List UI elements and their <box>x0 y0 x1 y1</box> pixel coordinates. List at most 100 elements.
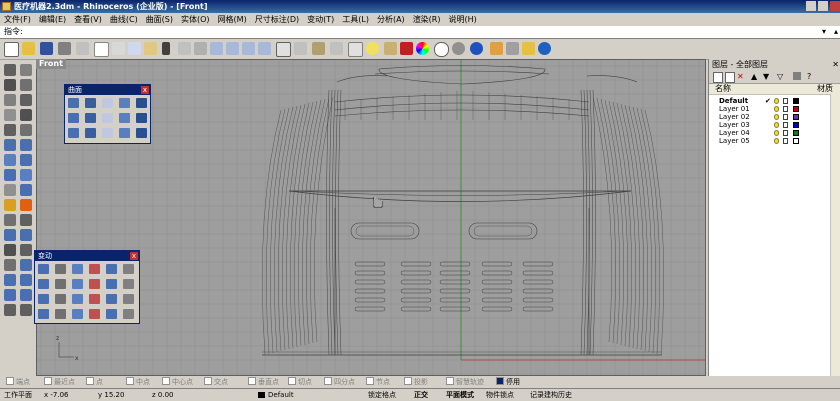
surface-tool-icon[interactable] <box>119 128 130 138</box>
menu-help[interactable]: 说明(H) <box>445 13 481 26</box>
zoom-window-icon[interactable] <box>226 42 239 55</box>
checkbox-icon[interactable] <box>366 377 374 385</box>
command-bar[interactable]: 指令: ▾ ▴ <box>0 26 840 39</box>
menu-tools[interactable]: 工具(L) <box>338 13 373 26</box>
transform-tool-icon[interactable] <box>55 279 66 289</box>
print-icon[interactable] <box>58 42 71 55</box>
left-tool-icon[interactable] <box>20 184 32 196</box>
cplane-icon[interactable] <box>294 42 307 55</box>
transform-tool-icon[interactable] <box>72 279 83 289</box>
menu-view[interactable]: 查看(V) <box>70 13 106 26</box>
help-icon[interactable] <box>538 42 551 55</box>
layer-name[interactable]: Layer 01 <box>719 105 750 113</box>
history-toggle[interactable]: 记录建构历史 <box>530 389 572 401</box>
visibility-bulb-icon[interactable] <box>774 106 779 112</box>
osnap-option[interactable]: 垂直点 <box>248 376 279 388</box>
transform-tool-icon[interactable] <box>123 309 134 319</box>
transform-tool-icon[interactable] <box>38 279 49 289</box>
lock-icon[interactable] <box>384 42 397 55</box>
transform-tool-icon[interactable] <box>72 294 83 304</box>
layer-row[interactable]: Layer 05 <box>709 137 829 145</box>
lock-icon[interactable] <box>783 122 788 128</box>
filter-icon[interactable]: ▽ <box>777 72 783 81</box>
checkbox-icon[interactable] <box>204 377 212 385</box>
move-up-icon[interactable]: ▲ <box>751 72 757 81</box>
checkbox-icon[interactable] <box>496 377 504 385</box>
color-wheel-icon[interactable] <box>416 42 429 55</box>
lock-icon[interactable] <box>783 138 788 144</box>
osnap-option[interactable]: 投影 <box>404 376 428 388</box>
layer-row[interactable]: Layer 03 <box>709 121 829 129</box>
layer-name[interactable]: Layer 05 <box>719 137 750 145</box>
close-button[interactable] <box>830 1 840 11</box>
osnap-option[interactable]: 四分点 <box>324 376 355 388</box>
left-tool-icon[interactable] <box>4 259 16 271</box>
transform-tool-icon[interactable] <box>38 294 49 304</box>
visibility-bulb-icon[interactable] <box>774 114 779 120</box>
osnap-option[interactable]: 中点 <box>126 376 150 388</box>
left-tool-icon[interactable] <box>4 199 16 211</box>
osnap-toggle[interactable]: 物件锁点 <box>486 389 514 401</box>
layer-row[interactable]: Layer 04 <box>709 129 829 137</box>
checkbox-icon[interactable] <box>288 377 296 385</box>
copy-icon[interactable] <box>128 42 141 55</box>
viewport-title[interactable]: Front <box>36 59 66 69</box>
left-tool-icon[interactable] <box>4 229 16 241</box>
left-tool-icon[interactable] <box>20 199 32 211</box>
left-tool-icon[interactable] <box>20 79 32 91</box>
current-layer[interactable]: Default <box>268 389 294 401</box>
left-tool-icon[interactable] <box>20 244 32 256</box>
column-name[interactable]: 名称 <box>715 84 731 94</box>
surface-tool-icon[interactable] <box>119 98 130 108</box>
render-sphere-icon[interactable] <box>470 42 483 55</box>
lock-icon[interactable] <box>783 130 788 136</box>
osnap-option[interactable]: 中心点 <box>162 376 193 388</box>
checkbox-icon[interactable] <box>324 377 332 385</box>
layer-row[interactable]: Default ✔ <box>709 97 829 105</box>
pan-icon[interactable] <box>178 42 191 55</box>
lock-icon[interactable] <box>783 114 788 120</box>
osnap-option[interactable]: 端点 <box>6 376 30 388</box>
shaded-sphere-icon[interactable] <box>452 42 465 55</box>
menu-analyze[interactable]: 分析(A) <box>373 13 409 26</box>
checkbox-icon[interactable] <box>86 377 94 385</box>
left-tool-icon[interactable] <box>20 274 32 286</box>
left-tool-icon[interactable] <box>20 229 32 241</box>
lock-icon[interactable] <box>783 98 788 104</box>
command-scroll-icon[interactable]: ▴ <box>834 26 838 38</box>
zoom-icon[interactable] <box>210 42 223 55</box>
checkbox-icon[interactable] <box>126 377 134 385</box>
layer-name[interactable]: Layer 03 <box>719 121 750 129</box>
osnap-disable[interactable]: 停用 <box>496 376 520 388</box>
transform-tool-icon[interactable] <box>55 294 66 304</box>
menu-curve[interactable]: 曲线(C) <box>106 13 142 26</box>
transform-tool-icon[interactable] <box>89 309 100 319</box>
checkbox-icon[interactable] <box>404 377 412 385</box>
open-file-icon[interactable] <box>22 42 35 55</box>
osnap-option[interactable]: 最近点 <box>44 376 75 388</box>
left-tool-icon[interactable] <box>4 94 16 106</box>
transform-tool-icon[interactable] <box>55 309 66 319</box>
close-icon[interactable]: x <box>141 86 149 94</box>
osnap-option[interactable]: 智慧轨迹 <box>446 376 484 388</box>
left-tool-icon[interactable] <box>20 304 32 316</box>
surface-tool-icon[interactable] <box>102 128 113 138</box>
transform-tool-icon[interactable] <box>55 264 66 274</box>
left-tool-icon[interactable] <box>20 214 32 226</box>
new-file-icon[interactable] <box>4 42 19 57</box>
menu-solid[interactable]: 实体(O) <box>177 13 214 26</box>
transform-tool-icon[interactable] <box>72 309 83 319</box>
left-tool-icon[interactable] <box>4 289 16 301</box>
transform-tool-icon[interactable] <box>123 279 134 289</box>
transform-tool-icon[interactable] <box>72 264 83 274</box>
settings-gear-icon[interactable] <box>522 42 535 55</box>
transform-tool-icon[interactable] <box>89 279 100 289</box>
command-dropdown-icon[interactable]: ▾ <box>822 26 826 38</box>
surface-tool-icon[interactable] <box>136 113 147 123</box>
layer-color-swatch[interactable] <box>793 114 799 120</box>
layer-name[interactable]: Default <box>719 97 748 105</box>
osnap-option[interactable]: 点 <box>86 376 103 388</box>
visibility-bulb-icon[interactable] <box>774 138 779 144</box>
options-icon[interactable] <box>506 42 519 55</box>
cut-icon[interactable] <box>112 42 125 55</box>
